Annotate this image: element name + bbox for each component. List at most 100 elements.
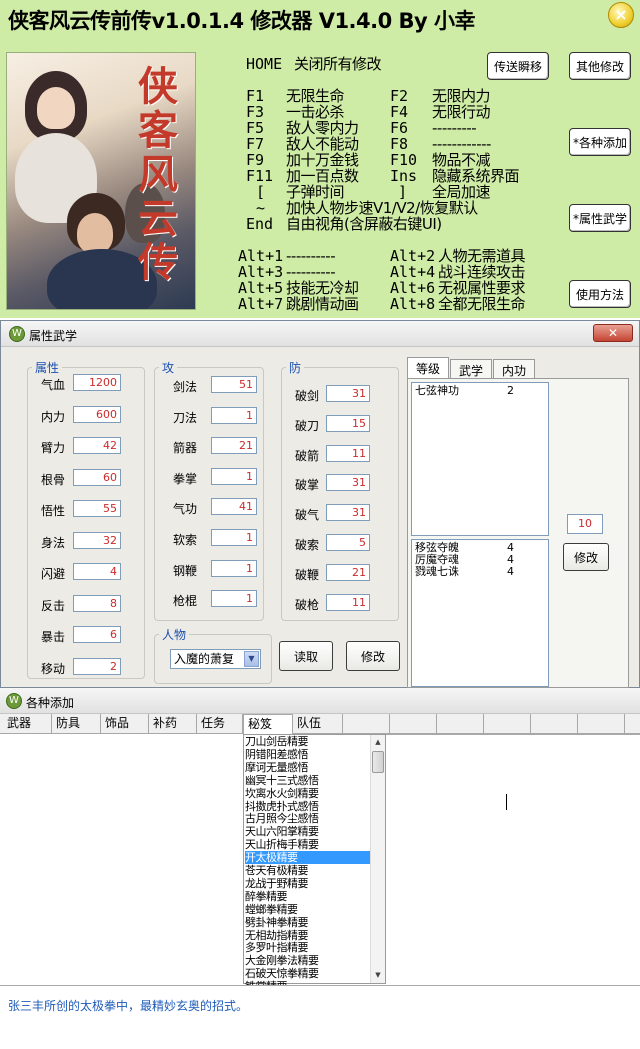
attributes-value-input[interactable]: 6 <box>73 626 121 643</box>
tab-item-category[interactable]: 补药 <box>149 714 197 734</box>
attributes-row: 根骨 60 <box>41 468 121 487</box>
close-icon[interactable]: × <box>608 2 634 28</box>
tab-item-category[interactable]: 队伍 <box>293 714 343 734</box>
defense-value-input[interactable]: 15 <box>326 414 370 432</box>
attributes-row: 移动 2 <box>41 657 121 676</box>
manual-list-item[interactable]: 石破天惊拳精要 <box>245 967 371 980</box>
manual-list-item[interactable]: 苍天有极精要 <box>245 864 371 877</box>
defense-value-input[interactable]: 31 <box>326 474 370 492</box>
level-list-name: 七弦神功 <box>415 384 459 397</box>
attributes-button[interactable]: *属性武学 <box>569 204 631 232</box>
teleport-button[interactable]: 传送瞬移 <box>487 52 549 80</box>
attack-value-input[interactable]: 1 <box>211 559 257 577</box>
defense-value-input[interactable]: 11 <box>326 444 370 462</box>
attributes-value-input[interactable]: 600 <box>73 405 121 423</box>
defense-label: 破索 <box>295 538 320 552</box>
attributes-label: 闪避 <box>41 567 66 581</box>
attributes-value-input[interactable]: 2 <box>73 657 121 675</box>
manual-list-item[interactable]: 螳螂拳精要 <box>245 903 371 916</box>
modify-button[interactable]: 修改 <box>346 641 400 671</box>
hotkey-desc: 加快人物步速V1/V2/恢复默认 <box>286 199 478 217</box>
attack-value-input[interactable]: 1 <box>211 590 257 608</box>
defense-value-input[interactable]: 5 <box>326 534 370 551</box>
tab-level[interactable]: 等级 <box>407 357 450 378</box>
manual-list-item[interactable]: 幽冥十三式感悟 <box>245 774 371 787</box>
alt-hotkey-desc: 全都无限生命 <box>438 295 526 313</box>
hotkey-desc: 无限生命 <box>286 87 345 105</box>
attack-value-input[interactable]: 1 <box>211 529 257 546</box>
close-icon[interactable]: ✕ <box>593 324 633 342</box>
manual-list-item[interactable]: 刀山剑岳精要 <box>245 735 371 748</box>
defense-row: 破鞭 21 <box>295 563 370 582</box>
manual-list-item[interactable]: 劈卦神拳精要 <box>245 916 371 929</box>
manual-list[interactable]: 刀山剑岳精要 阴错阳差感悟 摩诃无量感悟 幽冥十三式感悟 坎离水火剑精要 抖擞虎扑式感悟古… <box>243 734 386 993</box>
attributes-value-input[interactable]: 55 <box>73 500 121 517</box>
tab-item-category[interactable]: 秘笈 <box>243 714 293 735</box>
usage-button[interactable]: 使用方法 <box>569 280 631 308</box>
attributes-value-input[interactable]: 42 <box>73 437 121 454</box>
manual-list-item[interactable]: 无相劫指精要 <box>245 929 371 942</box>
tab-inner-skill[interactable]: 内功 <box>493 359 536 378</box>
attack-label: 软索 <box>173 533 198 547</box>
attributes-value-input[interactable]: 4 <box>73 563 121 580</box>
level-value-input[interactable]: 10 <box>567 514 603 534</box>
manual-list-item[interactable]: 大金刚拳法精要 <box>245 954 371 967</box>
level-list-row[interactable]: 七弦神功 2 <box>415 385 548 397</box>
attributes-value-input[interactable]: 60 <box>73 468 121 486</box>
scroll-thumb[interactable] <box>372 751 384 773</box>
character-select[interactable]: 入魔的萧复 ▼ <box>170 649 261 669</box>
other-mods-button[interactable]: 其他修改 <box>569 52 631 80</box>
add-items-button[interactable]: *各种添加 <box>569 128 631 156</box>
scroll-down-icon[interactable]: ▼ <box>372 969 384 981</box>
manual-list-item[interactable]: 抖擞虎扑式感悟 <box>245 800 371 813</box>
manual-list-item[interactable]: 开太极精要 <box>245 851 371 865</box>
add-items-window-title: 各种添加 <box>26 696 75 710</box>
attack-value-input[interactable]: 41 <box>211 498 257 516</box>
defense-label: 破气 <box>295 508 320 523</box>
attack-value-input[interactable]: 1 <box>211 406 257 424</box>
defense-value-input[interactable]: 11 <box>326 593 370 611</box>
tab-martial-arts[interactable]: 武学 <box>450 359 493 378</box>
manual-list-item[interactable]: 摩诃无量感悟 <box>245 761 371 774</box>
manual-list-item[interactable]: 天山六阳掌精要 <box>245 825 371 838</box>
hotkey-desc: 子弹时间 <box>286 183 345 201</box>
tab-item-category[interactable]: 武器 <box>3 714 52 734</box>
chevron-down-icon[interactable]: ▼ <box>244 651 259 667</box>
manual-list-item[interactable]: 醉拳精要 <box>245 890 371 903</box>
manual-list-item[interactable]: 阴错阳差感悟 <box>245 748 371 761</box>
hotkey-key: End <box>246 215 274 233</box>
attributes-row: 悟性 55 <box>41 500 121 518</box>
defense-legend: 防 <box>289 361 302 375</box>
manual-list-item[interactable]: 天山折梅手精要 <box>245 838 371 851</box>
alt-hotkey-desc: 战斗连续攻击 <box>438 263 526 281</box>
modify-skill-button[interactable]: 修改 <box>563 543 609 571</box>
skill-level-list[interactable]: 移弦夺魄 4 厉魔夺魂 4 戮魂七诛 4 <box>411 539 549 687</box>
manual-list-item[interactable]: 坎离水火剑精要 <box>245 787 371 800</box>
tab-item-category[interactable]: 防具 <box>52 714 101 734</box>
defense-value-input[interactable]: 21 <box>326 563 370 581</box>
level-list[interactable]: 七弦神功 2 <box>411 382 549 536</box>
tab-item-category[interactable]: 饰品 <box>101 714 149 734</box>
attributes-value-input[interactable]: 1200 <box>73 374 121 391</box>
hotkey-desc: 无限内力 <box>432 87 491 105</box>
manual-list-item[interactable]: 龙战于野精要 <box>245 877 371 890</box>
attributes-value-input[interactable]: 8 <box>73 594 121 612</box>
defense-value-input[interactable]: 31 <box>326 504 370 522</box>
scroll-up-icon[interactable]: ▲ <box>372 736 384 748</box>
item-detail-pane[interactable] <box>386 734 640 984</box>
read-button[interactable]: 读取 <box>279 641 333 671</box>
alt-hotkey-desc: 技能无冷却 <box>286 279 359 297</box>
manual-list-item[interactable]: 古月照今尘感悟 <box>245 812 371 825</box>
attack-value-input[interactable]: 51 <box>211 376 257 393</box>
attributes-value-input[interactable]: 32 <box>73 531 121 549</box>
hotkey-desc: 敌人零内力 <box>286 119 359 137</box>
manual-list-item[interactable]: 多罗叶指精要 <box>245 941 371 954</box>
skill-list-row[interactable]: 戮魂七诛 4 <box>415 566 548 578</box>
tab-item-category[interactable]: 任务 <box>197 714 243 734</box>
defense-value-input[interactable]: 31 <box>326 385 370 402</box>
trainer-window: 侠客风云传前传v1.0.1.4 修改器 V1.4.0 By 小幸 × 侠客风云传… <box>0 0 640 318</box>
attack-value-input[interactable]: 21 <box>211 437 257 455</box>
attack-row: 刀法 1 <box>173 406 257 425</box>
manual-list-scrollbar[interactable]: ▲ ▼ <box>370 735 385 983</box>
attack-value-input[interactable]: 1 <box>211 467 257 485</box>
